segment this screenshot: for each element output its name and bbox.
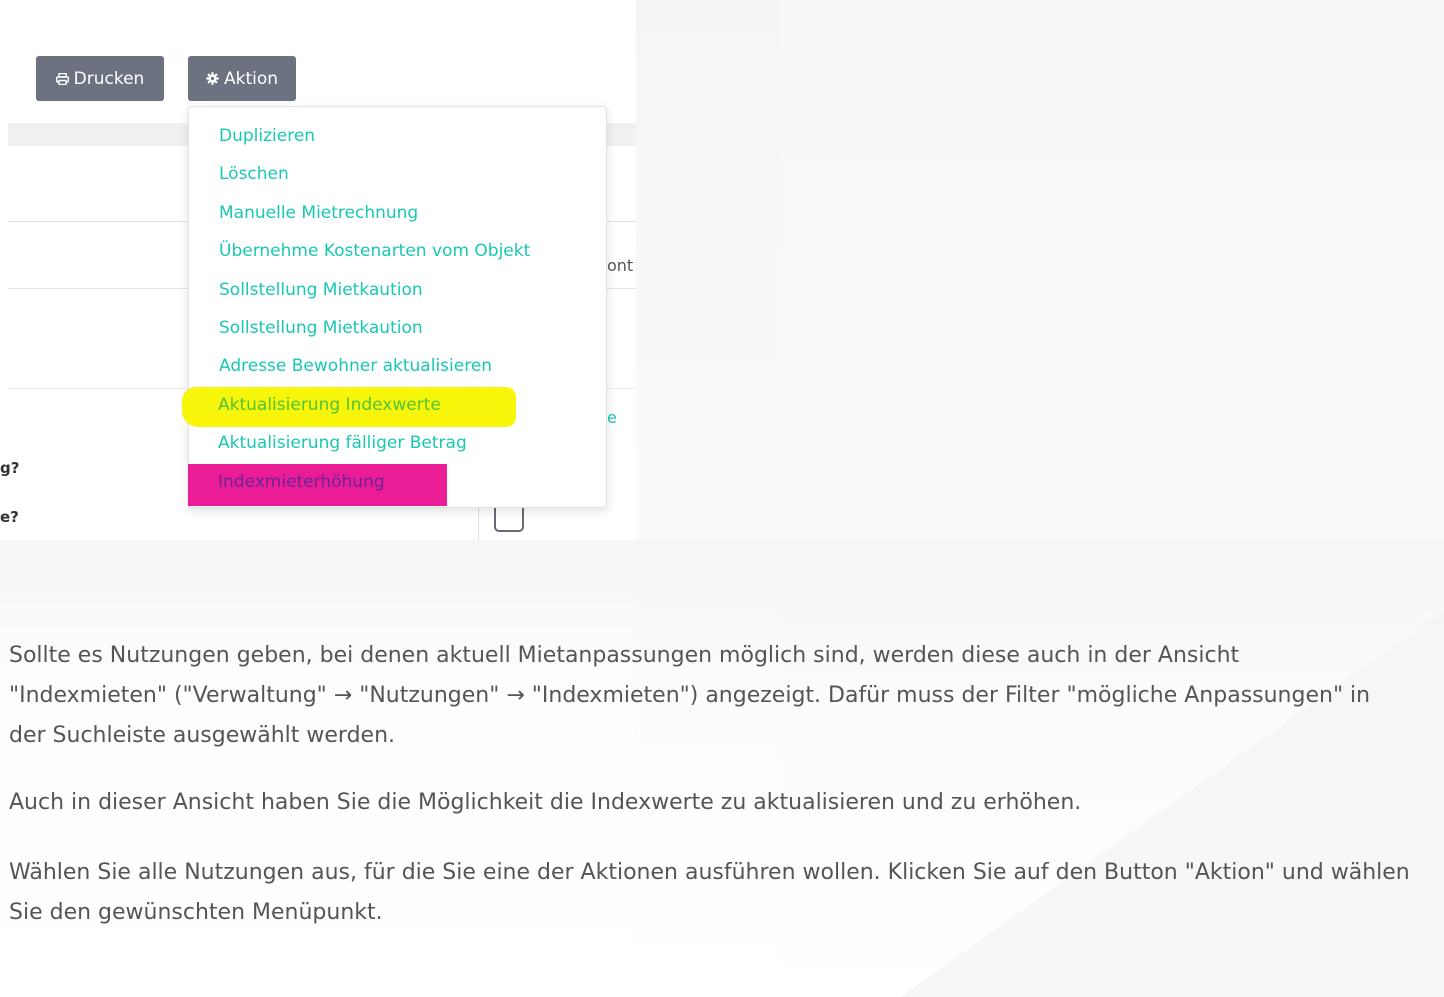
field-label-fragment: g? xyxy=(0,459,20,477)
menu-item-index-rent-increase[interactable]: Indexmieterhöhung xyxy=(218,471,385,493)
link-fragment: e xyxy=(607,408,617,427)
article-paragraph: Wählen Sie alle Nutzungen aus, für die S… xyxy=(9,860,1410,925)
menu-item-adopt-cost-types[interactable]: Übernehme Kostenarten vom Objekt xyxy=(219,240,530,262)
menu-item-delete[interactable]: Löschen xyxy=(219,163,289,185)
menu-item-deposit-debit[interactable]: Sollstellung Mietkaution xyxy=(219,317,423,339)
column-header-fragment: ont xyxy=(607,256,634,275)
menu-item-update-resident-address[interactable]: Adresse Bewohner aktualisieren xyxy=(219,355,492,377)
article-paragraph: Sollte es Nutzungen geben, bei denen akt… xyxy=(9,643,1371,748)
action-button-label: Aktion xyxy=(223,68,279,89)
gear-icon xyxy=(206,72,219,85)
print-button[interactable]: Drucken xyxy=(36,56,164,101)
field-label-fragment: e? xyxy=(0,508,19,526)
menu-item-deposit-debit[interactable]: Sollstellung Mietkaution xyxy=(219,279,423,301)
menu-item-manual-rent-invoice[interactable]: Manuelle Mietrechnung xyxy=(219,202,418,224)
action-button[interactable]: Aktion xyxy=(188,56,296,101)
menu-item-update-index-values[interactable]: Aktualisierung Indexwerte xyxy=(218,394,441,416)
print-button-label: Drucken xyxy=(73,68,145,89)
app-screenshot: ont e g? e? Drucken Aktion Duplizieren L… xyxy=(0,0,636,540)
menu-item-update-due-amount[interactable]: Aktualisierung fälliger Betrag xyxy=(218,432,467,454)
printer-icon xyxy=(55,72,69,85)
column-divider xyxy=(478,505,479,540)
menu-item-duplicate[interactable]: Duplizieren xyxy=(219,125,315,147)
article-paragraph: Auch in dieser Ansicht haben Sie die Mög… xyxy=(9,790,1082,815)
